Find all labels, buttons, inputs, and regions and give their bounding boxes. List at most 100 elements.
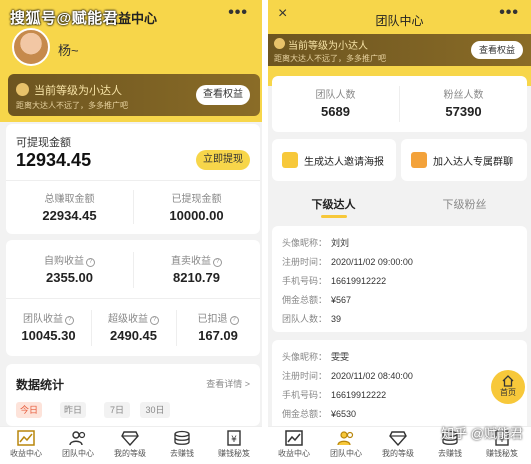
team-count-value: 5689 — [321, 104, 350, 119]
action-label: 加入达人专属群聊 — [433, 157, 513, 168]
tab-team-center[interactable]: 团队中心 — [52, 430, 104, 459]
level-text: 当前等级为小达人 — [34, 85, 122, 97]
income-breakdown-card: 自购收益? 2355.00 直卖收益? 8210.79 团队收益? 10045.… — [6, 240, 260, 356]
member-commission: 佣金总额： ¥6530 — [282, 409, 357, 419]
subtab-bar: 下级达人 下级粉丝 — [268, 186, 531, 222]
help-icon[interactable]: ? — [65, 316, 74, 325]
chat-icon — [411, 152, 427, 168]
fans-count-value: 57390 — [445, 104, 482, 119]
team-income-label: 团队收益? — [6, 310, 91, 325]
member-phone: 手机号码： 16619912222 — [282, 390, 387, 400]
level-subtext: 距离大达人不远了，多多推广吧 — [16, 101, 128, 110]
active-tab-indicator — [321, 215, 347, 218]
divider — [399, 86, 400, 122]
deducted-label: 已扣退? — [176, 310, 260, 325]
divider — [133, 252, 134, 288]
stats-title: 数据统计 — [16, 378, 65, 392]
diamond-icon — [121, 431, 139, 446]
avatar[interactable] — [12, 28, 50, 66]
tab-label: 收益中心 — [10, 449, 42, 458]
more-icon[interactable]: ••• — [499, 4, 519, 22]
chart-icon — [17, 430, 35, 446]
bottom-tab-bar: 收益中心 团队中心 我的等级 去赚钱 ¥ 赚钱秘笈 — [0, 426, 262, 464]
tab-income-center[interactable]: 收益中心 — [0, 430, 52, 459]
tab-team-center[interactable]: 团队中心 — [320, 430, 372, 459]
member-commission: 佣金总额： ¥567 — [282, 295, 352, 305]
more-icon[interactable]: ••• — [228, 4, 248, 22]
tab-label: 收益中心 — [278, 449, 310, 458]
level-text: 当前等级为小达人 — [288, 41, 368, 52]
member-team-count: 团队人数： 39 — [282, 314, 342, 324]
income-center-screen: 收益中心 ••• 杨~ 当前等级为小达人 距离大达人不远了，多多推广吧 查看权益… — [0, 0, 262, 464]
chart-icon — [285, 430, 303, 446]
deducted-value: 167.09 — [198, 328, 238, 343]
help-icon[interactable]: ? — [86, 258, 95, 267]
header: × 团队中心 ••• 当前等级为小达人 距离大达人不远了，多多推广吧 查看权益 — [268, 0, 531, 86]
level-banner: 当前等级为小达人 距离大达人不远了，多多推广吧 查看权益 — [8, 74, 260, 116]
view-rights-button[interactable]: 查看权益 — [471, 41, 523, 59]
level-badge-icon — [16, 83, 29, 96]
tab-earning-tips[interactable]: ¥ 赚钱秘笈 — [208, 430, 260, 459]
tab-sub-talents[interactable]: 下级达人 — [268, 196, 399, 212]
withdrawable-label: 可提现金额 — [16, 137, 71, 149]
coins-icon — [174, 430, 190, 445]
tab-label: 团队中心 — [330, 449, 362, 458]
data-stats-card: 数据统计 查看详情 > 今日 昨日 7日 30日 — [6, 364, 260, 426]
help-icon[interactable]: ? — [229, 316, 239, 325]
action-label: 生成达人邀请海报 — [304, 157, 384, 168]
chip-7days[interactable]: 7日 — [104, 402, 130, 418]
help-icon[interactable]: ? — [213, 258, 222, 267]
view-rights-button[interactable]: 查看权益 — [196, 85, 250, 105]
help-icon[interactable]: ? — [150, 316, 159, 325]
withdrawable-value: 12934.45 — [16, 150, 92, 170]
member-nickname: 头像昵称： 刘刘 — [282, 238, 350, 248]
self-purchase-value: 2355.00 — [46, 270, 93, 285]
tab-label: 赚钱秘笈 — [218, 449, 250, 458]
member-nickname: 头像昵称： 雯雯 — [282, 352, 350, 362]
list-item[interactable]: 头像昵称： 刘刘 注册时间： 2020/11/02 09:00:00 手机号码： 16… — [272, 226, 527, 332]
username: 杨~ — [58, 43, 79, 58]
tab-sub-fans[interactable]: 下级粉丝 — [399, 196, 530, 212]
direct-sale-value: 8210.79 — [173, 270, 220, 285]
withdraw-button[interactable]: 立即提现 — [196, 150, 250, 170]
divider — [133, 190, 134, 224]
team-icon — [69, 431, 86, 446]
fab-label: 首页 — [500, 388, 516, 397]
withdrawn-label: 已提现金额 — [171, 194, 222, 205]
svg-text:¥: ¥ — [231, 435, 237, 445]
chip-30days[interactable]: 30日 — [140, 402, 170, 418]
chip-yesterday[interactable]: 昨日 — [60, 402, 86, 418]
withdrawn-value: 10000.00 — [169, 208, 224, 223]
team-icon — [337, 431, 354, 446]
view-details-link[interactable]: 查看详情 > — [206, 377, 250, 390]
team-income-value: 10045.30 — [21, 328, 76, 343]
withdrawable-card: 可提现金额 12934.45 立即提现 总赚取金额 22934.45 已提现金额… — [6, 124, 260, 234]
super-income-value: 2490.45 — [110, 328, 157, 343]
direct-sale-label: 直卖收益? — [133, 252, 260, 267]
team-center-screen: × 团队中心 ••• 当前等级为小达人 距离大达人不远了，多多推广吧 查看权益 … — [268, 0, 531, 464]
generate-poster-button[interactable]: 生成达人邀请海报 — [272, 139, 396, 181]
level-banner: 当前等级为小达人 距离大达人不远了，多多推广吧 查看权益 — [268, 34, 531, 66]
tab-my-level[interactable]: 我的等级 — [372, 430, 424, 459]
tab-label: 我的等级 — [114, 449, 146, 458]
page-title: 团队中心 — [375, 14, 424, 28]
home-fab-button[interactable]: 首页 — [491, 370, 525, 404]
total-earned-label: 总赚取金额 — [44, 194, 95, 205]
watermark: 搜狐号@赋能君 — [10, 10, 119, 27]
tab-label: 团队中心 — [62, 449, 94, 458]
level-badge-icon — [274, 38, 285, 49]
total-earned-value: 22934.45 — [42, 208, 97, 223]
divider — [6, 298, 260, 299]
home-icon — [502, 375, 514, 387]
divider — [6, 180, 260, 181]
tab-label: 去赚钱 — [170, 449, 194, 458]
tab-my-level[interactable]: 我的等级 — [104, 430, 156, 459]
team-count-label: 团队人数 — [315, 90, 356, 101]
tab-label: 去赚钱 — [438, 449, 462, 458]
poster-icon — [282, 152, 298, 168]
chip-today[interactable]: 今日 — [16, 402, 42, 418]
tab-earn-money[interactable]: 去赚钱 — [156, 430, 208, 459]
join-group-button[interactable]: 加入达人专属群聊 — [401, 139, 527, 181]
tab-income-center[interactable]: 收益中心 — [268, 430, 320, 459]
self-purchase-label: 自购收益? — [6, 252, 133, 267]
